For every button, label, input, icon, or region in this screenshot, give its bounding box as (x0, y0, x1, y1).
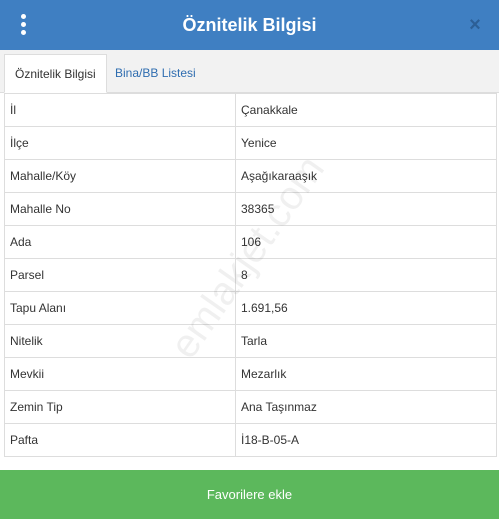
table-row: İl Çanakkale (4, 93, 497, 127)
attribute-table: İl Çanakkale İlçe Yenice Mahalle/Köy Aşağıkar… (4, 93, 497, 457)
dialog-header: Öznitelik Bilgisi × (0, 0, 499, 50)
row-key: İl (4, 93, 236, 127)
row-key: Nitelik (4, 324, 236, 358)
table-row: Nitelik Tarla (4, 324, 497, 358)
table-row: Mevkii Mezarlık (4, 357, 497, 391)
table-row: Zemin Tip Ana Taşınmaz (4, 390, 497, 424)
row-key: Mevkii (4, 357, 236, 391)
tab-bina-bb-listesi[interactable]: Bina/BB Listesi (105, 54, 206, 92)
row-key: Parsel (4, 258, 236, 292)
row-value: Aşağıkaraaşık (235, 159, 497, 193)
row-value: Mezarlık (235, 357, 497, 391)
add-to-favorites-button[interactable]: Favorilere ekle (0, 470, 499, 519)
table-row: Pafta İ18-B-05-A (4, 423, 497, 457)
row-value: 38365 (235, 192, 497, 226)
row-value: Yenice (235, 126, 497, 160)
table-row: Mahalle No 38365 (4, 192, 497, 226)
row-value: Çanakkale (235, 93, 497, 127)
row-key: Pafta (4, 423, 236, 457)
row-value: Tarla (235, 324, 497, 358)
row-value: 1.691,56 (235, 291, 497, 325)
table-row: İlçe Yenice (4, 126, 497, 160)
row-key: Mahalle/Köy (4, 159, 236, 193)
row-value: 106 (235, 225, 497, 259)
table-row: Mahalle/Köy Aşağıkaraaşık (4, 159, 497, 193)
row-key: İlçe (4, 126, 236, 160)
close-icon[interactable]: × (465, 13, 485, 37)
tab-bar: Öznitelik Bilgisi Bina/BB Listesi (0, 50, 499, 93)
table-row: Ada 106 (4, 225, 497, 259)
table-row: Tapu Alanı 1.691,56 (4, 291, 497, 325)
table-row: Parsel 8 (4, 258, 497, 292)
dialog-title: Öznitelik Bilgisi (182, 15, 317, 35)
row-value: Ana Taşınmaz (235, 390, 497, 424)
row-key: Tapu Alanı (4, 291, 236, 325)
row-key: Mahalle No (4, 192, 236, 226)
tab-oznitelik-bilgisi[interactable]: Öznitelik Bilgisi (4, 54, 107, 93)
row-key: Zemin Tip (4, 390, 236, 424)
row-value: 8 (235, 258, 497, 292)
row-key: Ada (4, 225, 236, 259)
row-value: İ18-B-05-A (235, 423, 497, 457)
